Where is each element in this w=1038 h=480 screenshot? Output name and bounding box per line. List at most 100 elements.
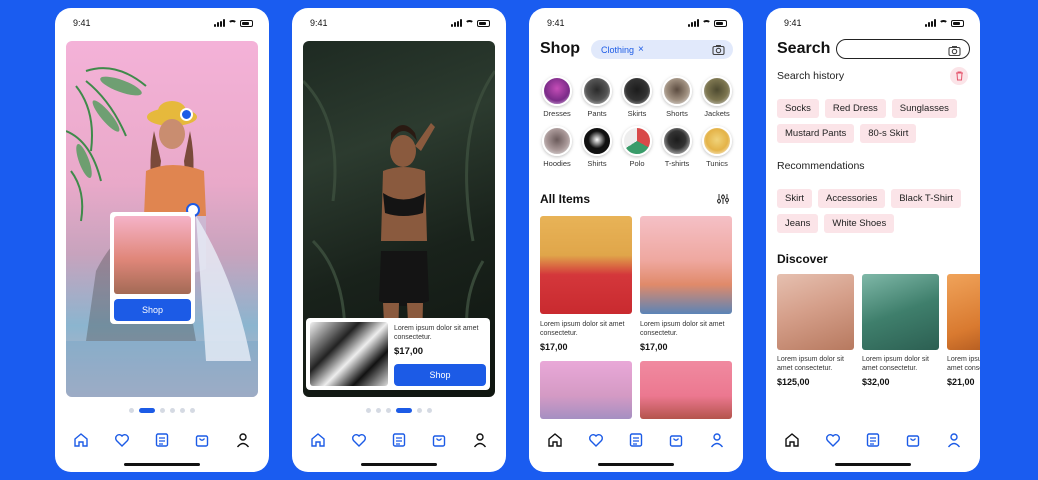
history-tag[interactable]: Sunglasses	[891, 99, 957, 118]
page-dot[interactable]	[366, 408, 371, 413]
discover-card[interactable]: Lorem ipsum dolor sit amet consectetur. …	[862, 274, 939, 387]
recommendation-tag[interactable]: Black T-Shirt	[891, 189, 961, 208]
recommendation-tag[interactable]: Accessories	[818, 189, 886, 208]
delete-history-icon[interactable]	[950, 67, 968, 85]
search-filter-bar[interactable]: Clothing ×	[591, 40, 733, 59]
history-tag[interactable]: 80-s Skirt	[860, 124, 917, 143]
category-item-jackets[interactable]: Jackets	[697, 76, 737, 118]
history-tag[interactable]: Socks	[777, 99, 819, 118]
profile-tab-icon[interactable]	[234, 431, 252, 449]
product-description: Lorem ipsum dolor sit amet consectetur.	[540, 321, 625, 337]
bag-tab-icon[interactable]	[904, 431, 922, 449]
category-label: Jackets	[704, 109, 730, 118]
shop-button[interactable]: Shop	[394, 364, 486, 386]
discover-image	[777, 274, 854, 350]
shop-button[interactable]: Shop	[114, 299, 191, 321]
page-dot[interactable]	[427, 408, 432, 413]
camera-icon[interactable]	[948, 43, 961, 61]
discover-price: $32,00	[862, 377, 890, 387]
page-dot[interactable]	[190, 408, 195, 413]
filter-icon[interactable]	[717, 192, 729, 210]
discover-image	[862, 274, 939, 350]
recommendation-tag[interactable]: Jeans	[777, 214, 819, 233]
status-time: 9:41	[310, 18, 328, 28]
recommendations-title: Recommendations	[777, 160, 865, 172]
category-item-shirts[interactable]: Shirts	[577, 126, 617, 168]
battery-icon	[951, 19, 964, 27]
category-grid: Dresses Pants Skirts Shorts Jackets Hood…	[537, 76, 737, 168]
hotspot-marker[interactable]	[180, 108, 193, 121]
home-tab-icon[interactable]	[783, 431, 801, 449]
profile-tab-icon[interactable]	[471, 431, 489, 449]
discover-description: Lorem ipsum dolor sit amet consectetur.	[777, 356, 844, 372]
category-label: Shirts	[587, 159, 607, 168]
page-dot[interactable]	[386, 408, 391, 413]
page-dot[interactable]	[170, 408, 175, 413]
home-indicator	[835, 463, 911, 466]
product-card[interactable]: Lorem ipsum dolor sit amet consectetur. …	[640, 216, 732, 352]
recommendation-tag[interactable]: White Shoes	[824, 214, 895, 233]
category-item-polo[interactable]: Polo	[617, 126, 657, 168]
heart-tab-icon[interactable]	[587, 431, 605, 449]
page-dot[interactable]	[160, 408, 165, 413]
camera-icon[interactable]	[712, 44, 725, 57]
signal-icon	[925, 19, 936, 27]
category-label: Dresses	[543, 109, 571, 118]
category-label: Tunics	[706, 159, 728, 168]
page-dot-active[interactable]	[139, 408, 155, 413]
history-tag[interactable]: Red Dress	[824, 99, 886, 118]
product-description: Lorem ipsum dolor sit amet consectetur.	[394, 325, 479, 341]
search-history-tags: Socks Red Dress Sunglasses Mustard Pants…	[777, 99, 972, 143]
product-card[interactable]: Lorem ipsum dolor sit amet consectetur. …	[540, 216, 632, 352]
product-card[interactable]	[640, 361, 732, 419]
clear-chip-icon[interactable]: ×	[638, 44, 644, 55]
battery-icon	[240, 19, 253, 27]
bag-tab-icon[interactable]	[667, 431, 685, 449]
status-bar: 9:41	[529, 18, 743, 32]
category-item-dresses[interactable]: Dresses	[537, 76, 577, 118]
wifi-icon	[939, 19, 948, 27]
signal-icon	[451, 19, 462, 27]
profile-tab-icon[interactable]	[945, 431, 963, 449]
recommendation-tag[interactable]: Skirt	[777, 189, 812, 208]
discover-title: Discover	[777, 252, 828, 266]
product-price: $17,00	[540, 342, 568, 352]
discover-card[interactable]: Lorem ipsum dolor sit amet consectetur. …	[947, 274, 980, 387]
list-tab-icon[interactable]	[864, 431, 882, 449]
category-item-shorts[interactable]: Shorts	[657, 76, 697, 118]
list-tab-icon[interactable]	[390, 431, 408, 449]
bottom-tab-bar	[55, 428, 269, 452]
home-tab-icon[interactable]	[309, 431, 327, 449]
history-tag[interactable]: Mustard Pants	[777, 124, 855, 143]
category-label: Polo	[629, 159, 645, 168]
discover-card[interactable]: Lorem ipsum dolor sit amet consectetur. …	[777, 274, 854, 387]
heart-tab-icon[interactable]	[113, 431, 131, 449]
page-dot[interactable]	[129, 408, 134, 413]
category-item-tshirts[interactable]: T-shirts	[657, 126, 697, 168]
category-item-hoodies[interactable]: Hoodies	[537, 126, 577, 168]
status-bar: 9:41	[766, 18, 980, 32]
page-dot[interactable]	[376, 408, 381, 413]
home-tab-icon[interactable]	[546, 431, 564, 449]
list-tab-icon[interactable]	[153, 431, 171, 449]
search-input[interactable]	[836, 39, 970, 59]
heart-tab-icon[interactable]	[350, 431, 368, 449]
profile-tab-icon[interactable]	[708, 431, 726, 449]
page-dot-active[interactable]	[396, 408, 412, 413]
category-item-tunics[interactable]: Tunics	[697, 126, 737, 168]
page-dot[interactable]	[180, 408, 185, 413]
all-items-title: All Items	[540, 192, 591, 206]
bag-tab-icon[interactable]	[193, 431, 211, 449]
list-tab-icon[interactable]	[627, 431, 645, 449]
home-tab-icon[interactable]	[72, 431, 90, 449]
heart-tab-icon[interactable]	[824, 431, 842, 449]
category-avatar	[702, 126, 732, 156]
category-item-skirts[interactable]: Skirts	[617, 76, 657, 118]
product-card[interactable]	[540, 361, 632, 419]
discover-price: $125,00	[777, 377, 810, 387]
status-icons	[925, 19, 964, 27]
category-item-pants[interactable]: Pants	[577, 76, 617, 118]
category-avatar	[662, 126, 692, 156]
page-dot[interactable]	[417, 408, 422, 413]
bag-tab-icon[interactable]	[430, 431, 448, 449]
